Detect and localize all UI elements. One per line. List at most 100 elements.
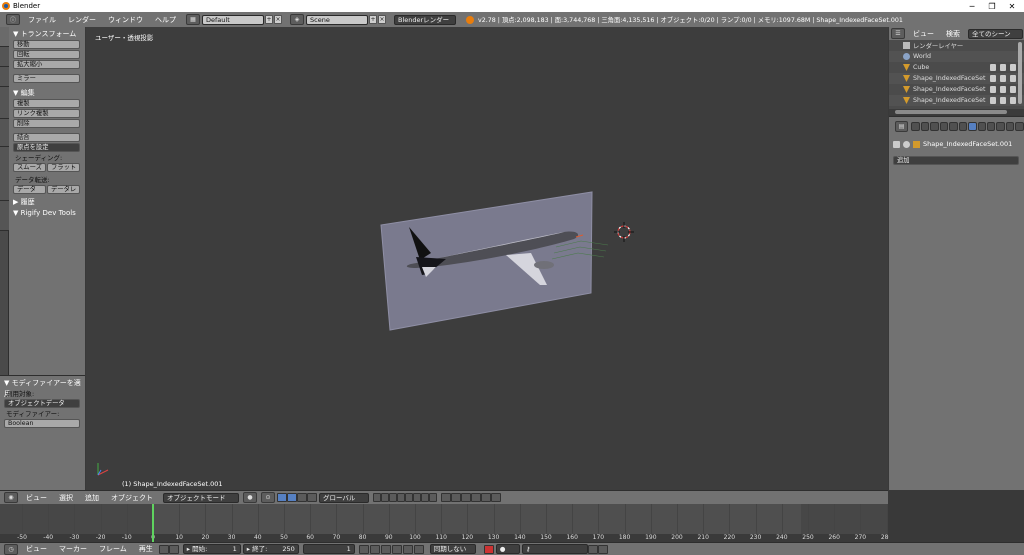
lock-camera-icon[interactable] [441, 493, 451, 502]
selectable-arrow-icon[interactable] [1000, 97, 1006, 104]
tab-grease-pencil[interactable] [0, 147, 9, 201]
outliner-search-menu[interactable]: 検索 [940, 29, 966, 39]
outliner-row[interactable]: Shape_IndexedFaceSet [889, 73, 1024, 84]
outliner-scrollbar[interactable] [1018, 42, 1022, 104]
pivot-point-icon[interactable]: ⊙ [261, 492, 275, 503]
viewport-shading-icon[interactable]: ● [243, 492, 257, 503]
remove-layout-button[interactable]: × [274, 15, 282, 24]
proportional-edit-icon[interactable] [451, 493, 461, 502]
snap-element-icon[interactable] [471, 493, 481, 502]
outliner-horizontal-scrollbar[interactable] [889, 109, 1024, 115]
properties-editor-type-icon[interactable]: ▤ [895, 120, 909, 132]
keying-dropdown[interactable]: ● [495, 544, 520, 554]
timeline-marker-menu[interactable]: マーカー [53, 544, 93, 554]
data-layout-button[interactable]: データレ [47, 185, 80, 194]
edit-panel-header[interactable]: ▼ 編集 [13, 88, 81, 99]
set-origin-dropdown[interactable]: 原点を設定 [13, 143, 80, 152]
render-camera-icon[interactable] [1010, 97, 1016, 104]
layout-grid-icon[interactable]: ▦ [186, 14, 200, 25]
jump-start-icon[interactable] [358, 544, 369, 554]
smooth-button[interactable]: スムーズ [13, 163, 46, 172]
menu-file[interactable]: ファイル [22, 15, 62, 25]
outliner-row[interactable]: Shape_IndexedFaceSet [889, 84, 1024, 95]
delete-keyframe-icon[interactable] [597, 544, 608, 554]
play-reverse-icon[interactable] [380, 544, 391, 554]
keying-set-field[interactable]: ⚷ [521, 544, 588, 554]
background-image-plane[interactable] [380, 191, 593, 331]
rotate-button[interactable]: 回転 [13, 50, 80, 59]
tab-data-icon[interactable] [977, 121, 986, 131]
tab-relations[interactable] [0, 67, 9, 87]
tab-scene-icon[interactable] [930, 121, 939, 131]
scale-manipulator-icon[interactable] [307, 493, 317, 502]
tab-render-layers-icon[interactable] [920, 121, 930, 131]
end-frame-field[interactable]: ▸ 終了: 250 [242, 544, 299, 554]
tab-modifiers-icon[interactable] [968, 121, 977, 131]
layer-buttons[interactable] [373, 493, 437, 502]
tab-world-icon[interactable] [939, 121, 949, 131]
timeline-view-menu[interactable]: ビュー [20, 544, 53, 554]
close-button[interactable]: ✕ [998, 0, 1024, 12]
outliner-view-menu[interactable]: ビュー [907, 29, 940, 39]
outliner-row[interactable]: Cube [889, 62, 1024, 73]
record-icon[interactable] [483, 544, 494, 554]
mode-dropdown[interactable]: オブジェクトモード [163, 492, 239, 503]
flat-button[interactable]: フラット [47, 163, 80, 172]
duplicate-linked-button[interactable]: リンク複製 [13, 109, 80, 118]
selectable-arrow-icon[interactable] [1000, 86, 1006, 93]
operator-panel-header[interactable]: ▼ モディファイアーを適用 [4, 378, 81, 398]
tab-object-icon[interactable] [949, 121, 958, 131]
translate-button[interactable]: 移動 [13, 40, 80, 49]
tab-render-icon[interactable] [911, 121, 920, 131]
timeline[interactable]: -50-40-30-20-100102030405060708090100110… [0, 504, 892, 542]
mirror-button[interactable]: ミラー [13, 74, 80, 83]
prev-keyframe-icon[interactable] [369, 544, 380, 554]
add-menu[interactable]: 追加 [79, 493, 105, 503]
visibility-eye-icon[interactable] [990, 64, 996, 71]
tab-misc[interactable] [0, 201, 9, 231]
menu-help[interactable]: ヘルプ [149, 15, 182, 25]
render-camera-icon[interactable] [1010, 75, 1016, 82]
outliner-display-mode-dropdown[interactable]: 全てのシーン [968, 28, 1023, 39]
apply-target-dropdown[interactable]: オブジェクトデータ [4, 399, 80, 408]
visibility-eye-icon[interactable] [990, 75, 996, 82]
modifier-field[interactable]: Boolean [4, 419, 80, 428]
current-frame-indicator[interactable] [152, 504, 154, 542]
menu-render[interactable]: レンダー [62, 15, 102, 25]
scale-button[interactable]: 拡大縮小 [13, 60, 80, 69]
opengl-animation-icon[interactable] [491, 493, 501, 502]
history-panel-header[interactable]: ▶ 履歴 [13, 197, 81, 208]
playback-controls[interactable] [358, 544, 424, 554]
next-keyframe-icon[interactable] [402, 544, 413, 554]
object-menu[interactable]: オブジェクト [105, 493, 159, 503]
tab-create[interactable] [0, 47, 9, 67]
play-icon[interactable] [391, 544, 402, 554]
transform-orientation-dropdown[interactable]: グローバル [319, 492, 369, 503]
visibility-eye-icon[interactable] [990, 97, 996, 104]
delete-button[interactable]: 削除 [13, 119, 80, 128]
render-camera-icon[interactable] [1010, 86, 1016, 93]
3d-cursor-icon[interactable] [614, 222, 634, 242]
data-transfer-button[interactable]: データ [13, 185, 46, 194]
lock-time-icon[interactable] [168, 544, 179, 554]
render-camera-icon[interactable] [1010, 64, 1016, 71]
render-engine-dropdown[interactable]: Blenderレンダー [394, 14, 456, 25]
tab-texture-icon[interactable] [996, 121, 1005, 131]
start-frame-field[interactable]: ▸ 開始: 1 [182, 544, 241, 554]
add-scene-button[interactable]: + [369, 15, 377, 24]
layout-field[interactable]: Default [202, 14, 264, 25]
add-layout-button[interactable]: + [265, 15, 273, 24]
add-modifier-dropdown[interactable]: 追加 [893, 156, 1019, 165]
timeline-frame-menu[interactable]: フレーム [93, 544, 133, 554]
transform-panel-header[interactable]: ▼ トランスフォーム [13, 29, 81, 40]
jump-end-icon[interactable] [413, 544, 424, 554]
snap-toggle-icon[interactable] [461, 493, 471, 502]
tab-physics-icon[interactable] [1015, 121, 1024, 131]
current-frame-field[interactable]: 1 [302, 544, 355, 554]
join-button[interactable]: 結合 [13, 133, 80, 142]
timeline-editor-type-icon[interactable]: ◷ [4, 543, 18, 555]
tab-particles-icon[interactable] [1005, 121, 1015, 131]
rotate-manipulator-icon[interactable] [297, 493, 307, 502]
selectable-arrow-icon[interactable] [1000, 64, 1006, 71]
sync-mode-dropdown[interactable]: 同期しない [429, 544, 476, 554]
